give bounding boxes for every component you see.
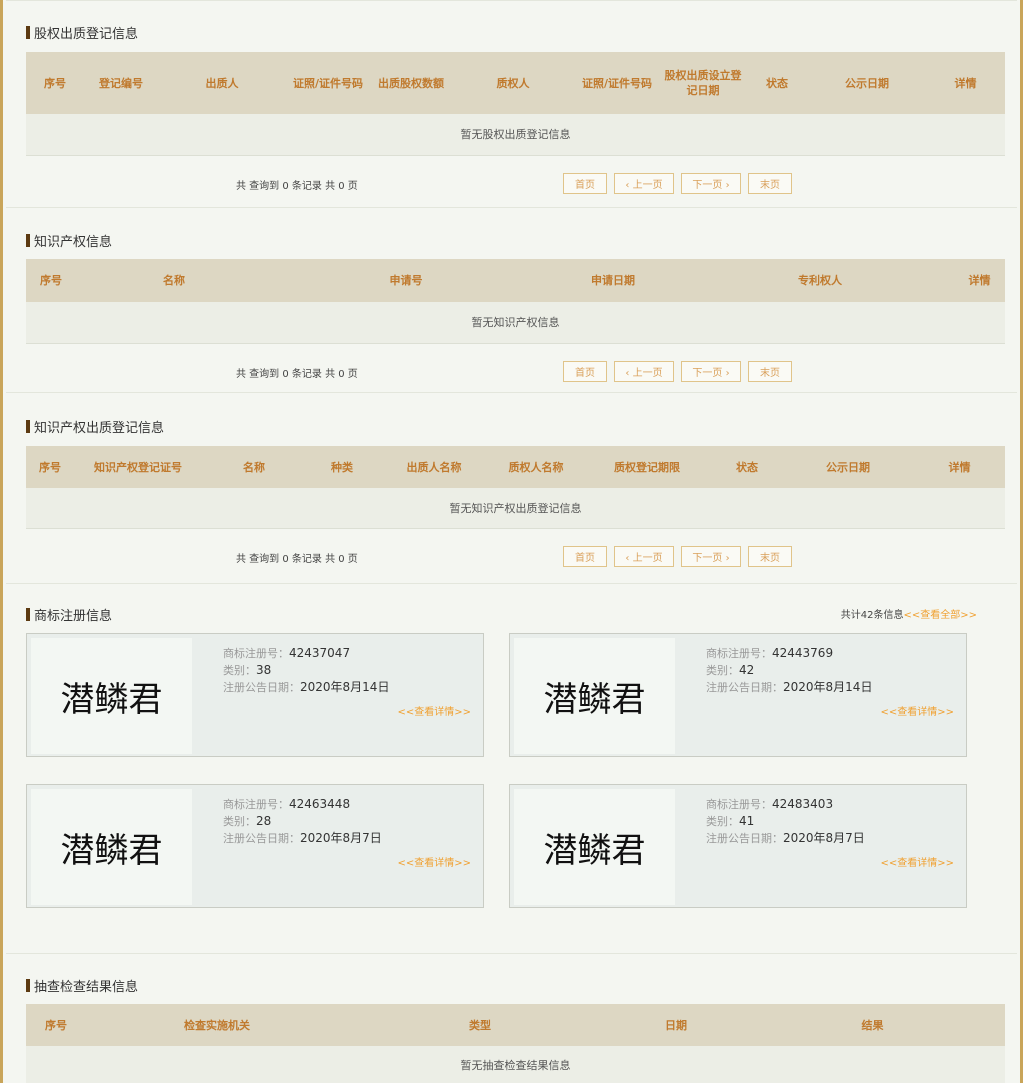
- col-header: 日期: [612, 1004, 740, 1046]
- last-page-button[interactable]: 末页: [748, 361, 792, 382]
- col-header: 专利权人: [686, 259, 954, 302]
- pagination: 共 查询到 0 条记录 共 0 页 首页 ‹ 上一页 下一页 › 末页: [6, 361, 1017, 383]
- col-header: 证照/证件号码: [286, 52, 370, 114]
- first-page-button[interactable]: 首页: [563, 361, 607, 382]
- prev-page-button[interactable]: ‹ 上一页: [614, 546, 674, 567]
- view-detail-link[interactable]: <<查看详情>>: [397, 703, 471, 718]
- col-header: 知识产权登记证号: [74, 446, 202, 488]
- class-value: 42: [739, 663, 755, 677]
- trademark-image: 潜鳞君: [514, 638, 675, 754]
- col-header: 类型: [348, 1004, 612, 1046]
- ip-pledge-table: 序号 知识产权登记证号 名称 种类 出质人名称 质权人名称 质权登记期限 状态 …: [26, 446, 1005, 529]
- ip-pledge-section: 知识产权出质登记信息 序号 知识产权登记证号 名称 种类 出质人名称 质权人名称…: [6, 392, 1017, 583]
- trademark-total: 共计42条信息<<查看全部>>: [840, 610, 977, 621]
- section-title: 股权出质登记信息: [26, 23, 138, 42]
- section-title: 知识产权出质登记信息: [26, 417, 164, 436]
- col-header: 详情: [914, 446, 1005, 488]
- last-page-button[interactable]: 末页: [748, 173, 792, 194]
- col-header: 状态: [746, 52, 808, 114]
- trademark-card: 潜鳞君 商标注册号：42483403 类别：41 注册公告日期：2020年8月7…: [509, 784, 967, 908]
- section-title: 商标注册信息: [26, 605, 112, 624]
- view-all-link[interactable]: <<查看全部>>: [903, 610, 977, 621]
- section-title: 抽查检查结果信息: [26, 976, 138, 995]
- pager-info: 共 查询到 0 条记录 共 0 页: [236, 554, 358, 565]
- pager-info: 共 查询到 0 条记录 共 0 页: [236, 369, 358, 380]
- ip-table: 序号 名称 申请号 申请日期 专利权人 详情 暂无知识产权信息: [26, 259, 1005, 344]
- col-header: 详情: [954, 259, 1005, 302]
- pager-info: 共 查询到 0 条记录 共 0 页: [236, 181, 358, 192]
- date-value: 2020年8月14日: [783, 680, 873, 694]
- trademark-card: 潜鳞君 商标注册号：42437047 类别：38 注册公告日期：2020年8月1…: [26, 633, 484, 757]
- empty-message: 暂无知识产权信息: [26, 302, 1005, 344]
- last-page-button[interactable]: 末页: [748, 546, 792, 567]
- col-header: 质权人: [452, 52, 574, 114]
- col-header: 结果: [740, 1004, 1005, 1046]
- col-header: 序号: [26, 259, 76, 302]
- date-value: 2020年8月7日: [783, 831, 865, 845]
- prev-page-button[interactable]: ‹ 上一页: [614, 173, 674, 194]
- col-header: 序号: [26, 446, 74, 488]
- title-bar-icon: [26, 419, 30, 433]
- reg-number: 42443769: [772, 646, 834, 660]
- first-page-button[interactable]: 首页: [563, 173, 607, 194]
- trademark-image: 潜鳞君: [514, 789, 675, 905]
- date-value: 2020年8月7日: [300, 831, 382, 845]
- class-value: 28: [256, 814, 272, 828]
- col-header: 详情: [926, 52, 1005, 114]
- title-bar-icon: [26, 25, 30, 39]
- pagination: 共 查询到 0 条记录 共 0 页 首页 ‹ 上一页 下一页 › 末页: [6, 173, 1017, 195]
- trademark-card: 潜鳞君 商标注册号：42463448 类别：28 注册公告日期：2020年8月7…: [26, 784, 484, 908]
- ip-section: 知识产权信息 序号 名称 申请号 申请日期 专利权人 详情 暂无知识产权信息 共…: [6, 207, 1017, 392]
- view-detail-link[interactable]: <<查看详情>>: [880, 703, 954, 718]
- col-header: 质权人名称: [490, 446, 582, 488]
- first-page-button[interactable]: 首页: [563, 546, 607, 567]
- title-bar-icon: [26, 607, 30, 621]
- class-value: 41: [739, 814, 755, 828]
- equity-pledge-section: 股权出质登记信息 序号 登记编号 出质人 证照/证件号码 出质股权数额 质权人 …: [6, 0, 1017, 207]
- col-header: 序号: [26, 1004, 86, 1046]
- next-page-button[interactable]: 下一页 ›: [681, 361, 741, 382]
- reg-number: 42483403: [772, 797, 834, 811]
- reg-number: 42437047: [289, 646, 351, 660]
- next-page-button[interactable]: 下一页 ›: [681, 546, 741, 567]
- col-header: 证照/证件号码: [574, 52, 660, 114]
- col-header: 出质股权数额: [370, 52, 452, 114]
- empty-message: 暂无知识产权出质登记信息: [26, 488, 1005, 529]
- inspection-section: 抽查检查结果信息 序号 检查实施机关 类型 日期 结果 暂无抽查检查结果信息: [6, 953, 1017, 1083]
- col-header: 出质人名称: [378, 446, 490, 488]
- col-header: 公示日期: [808, 52, 926, 114]
- trademark-section: 商标注册信息 共计42条信息<<查看全部>> 潜鳞君 商标注册号：4243704…: [6, 583, 1017, 953]
- view-detail-link[interactable]: <<查看详情>>: [397, 854, 471, 869]
- title-bar-icon: [26, 233, 30, 247]
- empty-message: 暂无抽查检查结果信息: [26, 1046, 1005, 1083]
- col-header: 登记编号: [84, 52, 158, 114]
- equity-pledge-table: 序号 登记编号 出质人 证照/证件号码 出质股权数额 质权人 证照/证件号码 股…: [26, 52, 1005, 156]
- inspection-table: 序号 检查实施机关 类型 日期 结果 暂无抽查检查结果信息: [26, 1004, 1005, 1083]
- col-header: 质权登记期限: [582, 446, 712, 488]
- trademark-image: 潜鳞君: [31, 789, 192, 905]
- pagination: 共 查询到 0 条记录 共 0 页 首页 ‹ 上一页 下一页 › 末页: [6, 546, 1017, 568]
- section-title: 知识产权信息: [26, 231, 112, 250]
- col-header: 检查实施机关: [86, 1004, 348, 1046]
- title-bar-icon: [26, 978, 30, 992]
- col-header: 股权出质设立登记日期: [660, 52, 746, 114]
- col-header: 公示日期: [782, 446, 914, 488]
- date-value: 2020年8月14日: [300, 680, 390, 694]
- empty-message: 暂无股权出质登记信息: [26, 114, 1005, 156]
- trademark-image: 潜鳞君: [31, 638, 192, 754]
- col-header: 名称: [76, 259, 272, 302]
- class-value: 38: [256, 663, 272, 677]
- col-header: 名称: [202, 446, 306, 488]
- trademark-card: 潜鳞君 商标注册号：42443769 类别：42 注册公告日期：2020年8月1…: [509, 633, 967, 757]
- col-header: 序号: [26, 52, 84, 114]
- col-header: 申请日期: [540, 259, 686, 302]
- view-detail-link[interactable]: <<查看详情>>: [880, 854, 954, 869]
- col-header: 申请号: [272, 259, 540, 302]
- next-page-button[interactable]: 下一页 ›: [681, 173, 741, 194]
- prev-page-button[interactable]: ‹ 上一页: [614, 361, 674, 382]
- col-header: 状态: [712, 446, 782, 488]
- col-header: 种类: [306, 446, 378, 488]
- reg-number: 42463448: [289, 797, 351, 811]
- col-header: 出质人: [158, 52, 286, 114]
